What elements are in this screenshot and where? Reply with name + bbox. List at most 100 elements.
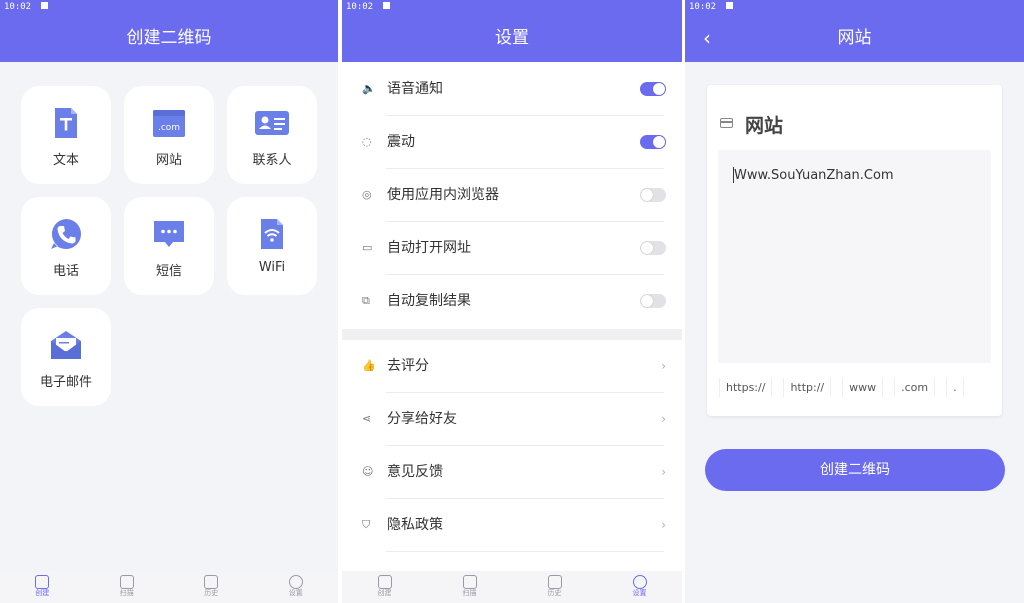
setting-label: 意见反馈	[387, 464, 443, 480]
setting-voice-notification[interactable]: 🔈 语音通知	[342, 63, 682, 116]
url-input[interactable]: Www.SouYuanZhan.Com	[718, 150, 991, 363]
nav-label: 历史	[204, 589, 219, 597]
scan-icon	[462, 575, 477, 589]
chevron-right-icon: ›	[661, 465, 666, 479]
prefix-chips: https:// http:// www .com .	[719, 378, 964, 397]
wifi-doc-icon	[261, 219, 283, 249]
status-time: 10:02	[4, 2, 32, 12]
setting-label: 去评分	[387, 358, 429, 374]
setting-label: 自动打开网址	[387, 240, 471, 256]
nav-label: 历史	[547, 589, 562, 597]
setting-label: 语音通知	[387, 81, 443, 97]
globe-icon: ◎	[362, 188, 372, 201]
setting-privacy[interactable]: ⛉ 隐私政策 ›	[342, 499, 682, 552]
app-header: 创建二维码	[0, 14, 338, 62]
page-title: 设置	[495, 28, 529, 48]
section-gap	[342, 329, 682, 340]
shield-icon: ⛉	[362, 518, 371, 531]
create-panel: 10:02 创建二维码 文本 .com 网站 联系人 电话 短信 WiFi 电子…	[0, 0, 338, 603]
setting-auto-open-url[interactable]: ▭ 自动打开网址	[342, 222, 682, 275]
card-email[interactable]: 电子邮件	[21, 308, 111, 406]
setting-label: 震动	[387, 134, 415, 150]
chip-dotcom[interactable]: .com	[894, 378, 936, 397]
chevron-right-icon: ›	[661, 518, 666, 532]
text-doc-icon	[55, 108, 77, 138]
nav-label: 创建	[377, 589, 392, 597]
app-header: ‹ 网站	[685, 14, 1024, 62]
back-arrow-icon[interactable]: ‹	[703, 14, 711, 62]
app-header: 设置	[342, 14, 682, 62]
notification-icon	[41, 2, 49, 9]
card-wifi[interactable]: WiFi	[227, 197, 317, 295]
contact-card-icon	[255, 111, 289, 135]
setting-feedback[interactable]: ☺ 意见反馈 ›	[342, 446, 682, 499]
qr-grid-icon	[377, 575, 392, 589]
card-website[interactable]: .com 网站	[124, 86, 214, 184]
qr-grid-icon	[35, 575, 50, 589]
setting-share[interactable]: ⋖ 分享给好友 ›	[342, 393, 682, 446]
vibrate-icon: ◌	[362, 135, 372, 148]
nav-label: 创建	[35, 589, 50, 597]
nav-label: 设置	[632, 589, 647, 597]
chevron-right-icon: ›	[661, 412, 666, 426]
auto-open-toggle[interactable]	[640, 241, 666, 255]
bottom-nav: 创建 扫描 历史 设置	[0, 571, 338, 603]
notification-icon	[726, 2, 734, 9]
chip-www[interactable]: www	[842, 378, 884, 397]
text-caret	[733, 167, 734, 183]
website-icon: .com	[153, 110, 185, 137]
bottom-nav: 创建 扫描 历史 设置	[342, 571, 682, 603]
nav-scan[interactable]: 扫描	[85, 571, 170, 603]
card-contact[interactable]: 联系人	[227, 86, 317, 184]
website-card: 网站 Www.SouYuanZhan.Com https:// http:// …	[707, 85, 1002, 416]
in-app-browser-toggle[interactable]	[640, 188, 666, 202]
gear-icon	[632, 575, 647, 589]
gear-icon	[288, 575, 303, 589]
vibration-toggle[interactable]	[640, 135, 666, 149]
chevron-right-icon: ›	[661, 359, 666, 373]
feedback-icon: ☺	[362, 465, 374, 478]
browser-window-icon: ▭	[362, 241, 373, 254]
phone-icon	[51, 219, 81, 249]
create-qr-button[interactable]: 创建二维码	[705, 449, 1005, 491]
page-title: 网站	[837, 28, 872, 48]
share-icon: ⋖	[362, 412, 372, 425]
svg-text:.com: .com	[158, 123, 180, 133]
setting-auto-copy[interactable]: ⧉ 自动复制结果	[342, 275, 682, 328]
chip-http[interactable]: http://	[783, 378, 832, 397]
status-bar: 10:02	[0, 0, 338, 14]
nav-history[interactable]: 历史	[512, 571, 597, 603]
card-text[interactable]: 文本	[21, 86, 111, 184]
nav-scan[interactable]: 扫描	[427, 571, 512, 603]
setting-rate[interactable]: 👍 去评分 ›	[342, 340, 682, 393]
setting-in-app-browser[interactable]: ◎ 使用应用内浏览器	[342, 169, 682, 222]
status-bar: 10:02	[342, 0, 682, 14]
setting-vibration[interactable]: ◌ 震动	[342, 116, 682, 169]
setting-label: 分享给好友	[387, 411, 457, 427]
voice-toggle[interactable]	[640, 82, 666, 96]
nav-create[interactable]: 创建	[342, 571, 427, 603]
auto-copy-toggle[interactable]	[640, 294, 666, 308]
card-label: 网站	[155, 153, 182, 168]
status-time: 10:02	[689, 2, 717, 12]
chip-https[interactable]: https://	[719, 378, 773, 397]
card-label: 短信	[155, 264, 182, 279]
setting-label: 自动复制结果	[387, 293, 471, 309]
nav-settings[interactable]: 设置	[254, 571, 339, 603]
chip-dot[interactable]: .	[946, 378, 964, 397]
status-bar: 10:02	[685, 0, 1024, 14]
card-title: 网站	[745, 115, 784, 137]
status-time: 10:02	[346, 2, 374, 12]
copy-icon: ⧉	[362, 294, 370, 307]
nav-settings[interactable]: 设置	[597, 571, 682, 603]
nav-label: 扫描	[462, 589, 477, 597]
notification-icon	[383, 2, 391, 9]
website-panel: 10:02 ‹ 网站 网站 Www.SouYuanZhan.Com https:…	[685, 0, 1024, 603]
nav-create[interactable]: 创建	[0, 571, 85, 603]
nav-history[interactable]: 历史	[169, 571, 254, 603]
nav-label: 扫描	[119, 589, 134, 597]
sms-icon	[154, 221, 184, 247]
card-label: WiFi	[258, 260, 286, 275]
card-sms[interactable]: 短信	[124, 197, 214, 295]
card-phone[interactable]: 电话	[21, 197, 111, 295]
